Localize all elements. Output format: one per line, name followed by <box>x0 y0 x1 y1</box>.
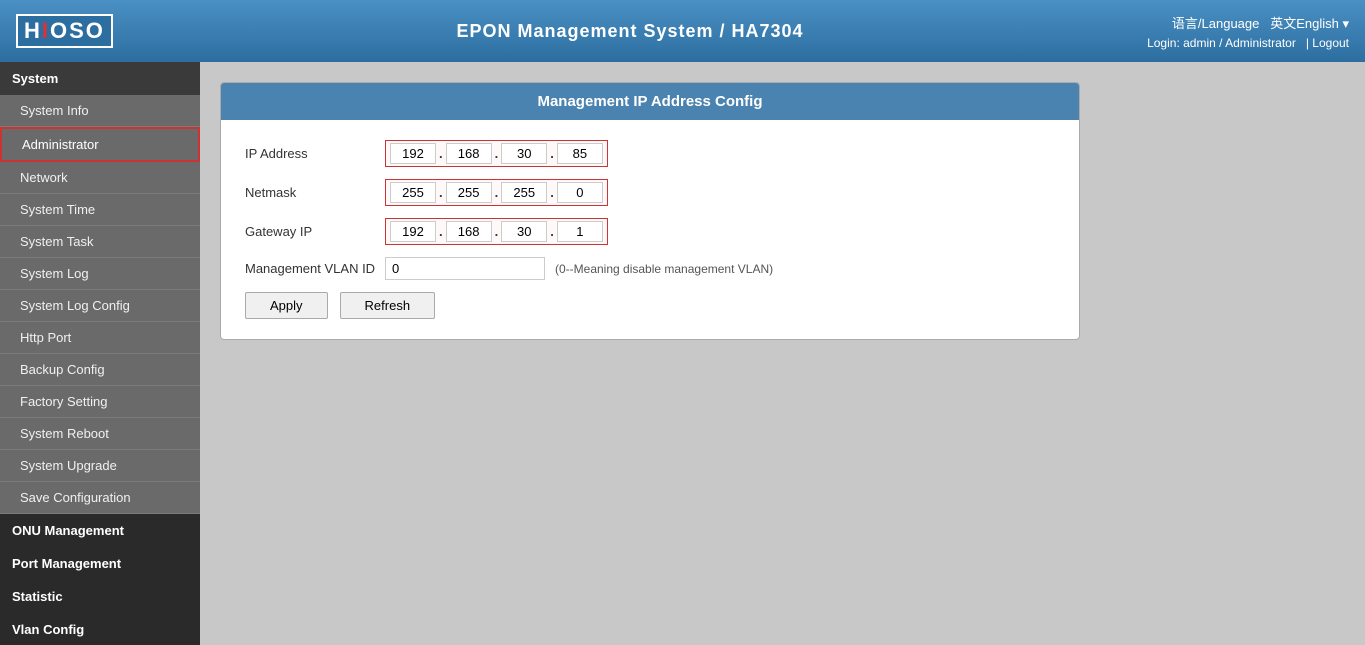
sidebar-item-factory-setting[interactable]: Factory Setting <box>0 386 200 418</box>
sidebar-item-system-log-config[interactable]: System Log Config <box>0 290 200 322</box>
netmask-oct4[interactable] <box>557 182 603 203</box>
sidebar-item-system-reboot[interactable]: System Reboot <box>0 418 200 450</box>
netmask-dot-1: . <box>439 185 443 200</box>
ip-dot-2: . <box>495 146 499 161</box>
ip-address-oct3[interactable] <box>501 143 547 164</box>
header-right: 语言/Language 英文English ▾ Login: admin / A… <box>1147 13 1349 50</box>
sidebar-item-system-info[interactable]: System Info <box>0 95 200 127</box>
apply-button[interactable]: Apply <box>245 292 328 319</box>
lang-link[interactable]: 英文English <box>1270 16 1339 31</box>
vlan-hint: (0--Meaning disable management VLAN) <box>555 262 773 276</box>
gateway-ip-oct1[interactable] <box>390 221 436 242</box>
ip-address-oct1[interactable] <box>390 143 436 164</box>
logo-red-char: I <box>42 18 50 43</box>
netmask-oct2[interactable] <box>446 182 492 203</box>
login-label: Login: admin / Administrator <box>1147 36 1296 50</box>
sidebar-item-administrator[interactable]: Administrator <box>0 127 200 162</box>
gateway-ip-oct3[interactable] <box>501 221 547 242</box>
ip-dot-3: . <box>550 146 554 161</box>
netmask-label: Netmask <box>245 185 385 200</box>
sidebar-group-port-management[interactable]: Port Management <box>0 547 200 580</box>
sidebar-item-http-port[interactable]: Http Port <box>0 322 200 354</box>
management-ip-card: Management IP Address Config IP Address … <box>220 82 1080 340</box>
sidebar-group-system[interactable]: System <box>0 62 200 95</box>
sidebar-item-save-configuration[interactable]: Save Configuration <box>0 482 200 514</box>
refresh-button[interactable]: Refresh <box>340 292 436 319</box>
card-title: Management IP Address Config <box>221 83 1079 120</box>
content-area: Management IP Address Config IP Address … <box>200 62 1365 645</box>
gateway-dot-1: . <box>439 224 443 239</box>
sidebar-item-system-upgrade[interactable]: System Upgrade <box>0 450 200 482</box>
netmask-row: Netmask . . . <box>245 179 1055 206</box>
sidebar-group-onu-management[interactable]: ONU Management <box>0 514 200 547</box>
lang-label: 语言/Language <box>1172 16 1259 31</box>
gateway-ip-row: Gateway IP . . . <box>245 218 1055 245</box>
vlan-id-input[interactable] <box>385 257 545 280</box>
header-title: EPON Management System / HA7304 <box>456 21 803 42</box>
logo-area: HIOSO <box>16 14 113 48</box>
ip-address-oct2[interactable] <box>446 143 492 164</box>
sidebar-item-system-log[interactable]: System Log <box>0 258 200 290</box>
ip-dot-1: . <box>439 146 443 161</box>
sidebar-item-system-time[interactable]: System Time <box>0 194 200 226</box>
vlan-id-row: Management VLAN ID (0--Meaning disable m… <box>245 257 1055 280</box>
sidebar-item-network[interactable]: Network <box>0 162 200 194</box>
ip-address-label: IP Address <box>245 146 385 161</box>
sidebar: System System Info Administrator Network… <box>0 62 200 645</box>
ip-address-row: IP Address . . . <box>245 140 1055 167</box>
sidebar-item-system-task[interactable]: System Task <box>0 226 200 258</box>
netmask-oct3[interactable] <box>501 182 547 203</box>
gateway-dot-3: . <box>550 224 554 239</box>
netmask-oct1[interactable] <box>390 182 436 203</box>
netmask-dot-3: . <box>550 185 554 200</box>
gateway-ip-group: . . . <box>385 218 608 245</box>
ip-address-group: . . . <box>385 140 608 167</box>
card-body: IP Address . . . Netmask <box>221 120 1079 339</box>
gateway-ip-oct2[interactable] <box>446 221 492 242</box>
main-layout: System System Info Administrator Network… <box>0 62 1365 645</box>
login-area: Login: admin / Administrator | Logout <box>1147 36 1349 50</box>
netmask-group: . . . <box>385 179 608 206</box>
sidebar-group-statistic[interactable]: Statistic <box>0 580 200 613</box>
logo-text: HIOSO <box>24 18 105 43</box>
gateway-ip-label: Gateway IP <box>245 224 385 239</box>
ip-address-oct4[interactable] <box>557 143 603 164</box>
logo: HIOSO <box>16 14 113 48</box>
netmask-dot-2: . <box>495 185 499 200</box>
logout-link[interactable]: | Logout <box>1306 36 1349 50</box>
button-row: Apply Refresh <box>245 292 1055 319</box>
sidebar-item-backup-config[interactable]: Backup Config <box>0 354 200 386</box>
gateway-dot-2: . <box>495 224 499 239</box>
sidebar-group-vlan-config[interactable]: Vlan Config <box>0 613 200 645</box>
chevron-down-icon: ▾ <box>1342 16 1349 31</box>
vlan-id-label: Management VLAN ID <box>245 261 385 276</box>
header: HIOSO EPON Management System / HA7304 语言… <box>0 0 1365 62</box>
lang-area[interactable]: 语言/Language 英文English ▾ <box>1172 13 1349 32</box>
gateway-ip-oct4[interactable] <box>557 221 603 242</box>
